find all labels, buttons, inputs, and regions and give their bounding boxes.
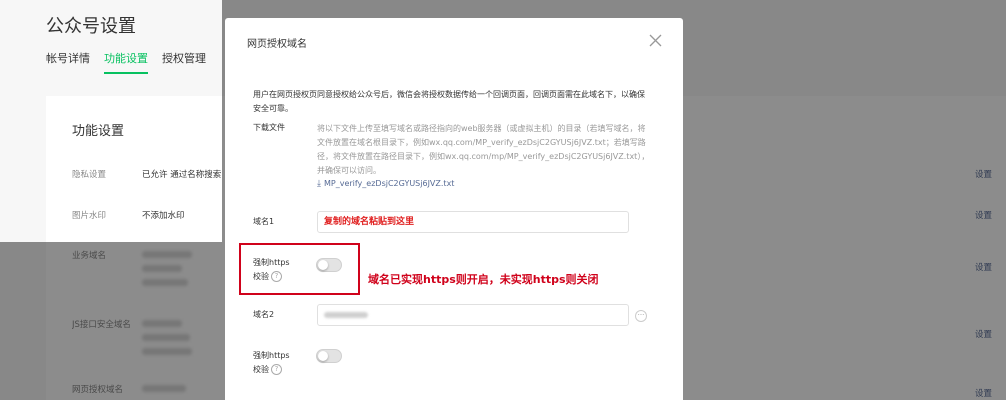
https2-label-line2: 校验 [253,365,269,374]
dialog-description: 用户在网页授权页同意授权给公众号后，微信会将授权数据传给一个回调页面，回调页面需… [253,90,645,113]
page-title: 公众号设置 [46,16,136,37]
annotation-text: 域名已实现https则开启，未实现https则关闭 [368,273,599,286]
https2-label: 强制https 校验? [253,349,290,377]
https1-label: 强制https 校验? [253,256,290,284]
domain1-input[interactable]: 复制的域名粘贴到这里 [317,211,629,233]
download-label: 下载文件 [253,123,285,132]
close-icon[interactable] [649,34,662,49]
domain2-label: 域名2 [253,310,275,319]
row-value: 不添加水印 [142,211,185,221]
web-auth-domain-dialog: 网页授权域名 用户在网页授权页同意授权给公众号后，微信会将授权数据传给一个回调页… [225,18,683,400]
more-options-button[interactable]: ··· [635,310,647,322]
domain2-blurred-value [324,311,368,318]
row-label: 隐私设置 [72,170,107,180]
domain2-input[interactable] [317,304,629,326]
download-file-link[interactable]: ⤓ MP_verify_ezDsjC2GYUSj6JVZ.txt [317,179,454,189]
row-value: 已允许 通过名称搜索 [142,170,222,180]
download-file-name: MP_verify_ezDsjC2GYUSj6JVZ.txt [323,179,455,188]
download-icon: ⤓ [317,179,321,189]
help-icon[interactable]: ? [271,271,282,282]
help-icon[interactable]: ? [271,364,282,375]
dialog-title: 网页授权域名 [247,39,307,50]
row-label: 图片水印 [72,211,107,221]
toggle-knob [318,351,328,361]
tab-bar: 帐号详情 功能设置 授权管理 [46,50,206,74]
toggle-knob [318,260,328,270]
tab-authorization[interactable]: 授权管理 [162,50,206,74]
https1-label-line2: 校验 [253,272,269,281]
tab-function-settings[interactable]: 功能设置 [104,50,148,74]
domain1-label: 域名1 [253,217,275,226]
https1-toggle[interactable] [316,258,342,272]
https2-label-line1: 强制https [253,351,290,360]
download-instructions: 将以下文件上传至填写域名或路径指向的web服务器（或虚拟主机）的目录（若填写域名… [317,124,650,175]
https2-toggle[interactable] [316,349,342,363]
https1-label-line1: 强制https [253,258,290,267]
modal-overlay-left [0,242,222,400]
panel-title: 功能设置 [72,124,125,139]
tab-account-details[interactable]: 帐号详情 [46,50,90,74]
